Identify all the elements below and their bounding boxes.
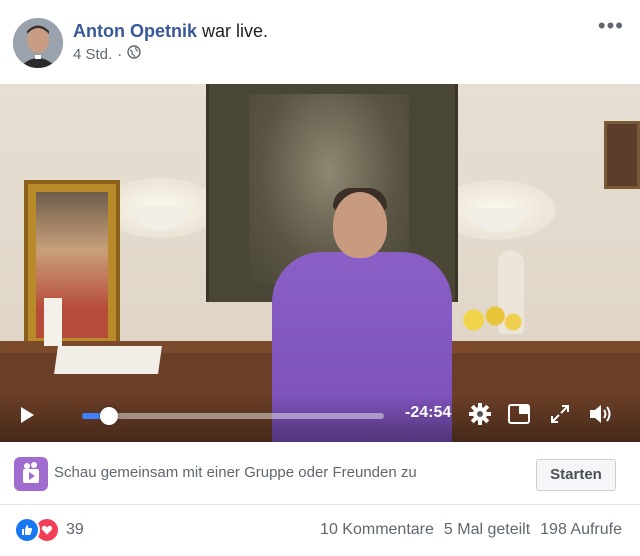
fullscreen-icon[interactable]: [549, 403, 571, 425]
author-avatar[interactable]: [13, 18, 63, 68]
like-reaction-icon: [14, 517, 40, 543]
post-action-text: war live.: [202, 21, 269, 41]
flower-bouquet: [452, 300, 524, 340]
video-player[interactable]: -24:54: [0, 84, 640, 442]
start-watch-party-button[interactable]: Starten: [536, 459, 616, 491]
divine-mercy-painting: [24, 180, 120, 350]
views-count: 198 Aufrufe: [540, 521, 622, 538]
shares-count-link[interactable]: 5 Mal geteilt: [444, 521, 530, 539]
post-card: Anton Opetnik war live. 4 Std. · ••• -24…: [0, 0, 640, 556]
gear-icon[interactable]: [468, 402, 492, 426]
video-controls: -24:54: [0, 396, 640, 442]
engagement-row: 39 10 Kommentare 5 Mal geteilt 198 Aufru…: [0, 505, 640, 553]
wall-picture-right: [604, 121, 640, 189]
time-remaining: -24:54: [405, 404, 452, 421]
candle: [44, 298, 62, 346]
reactions-summary[interactable]: 39: [14, 517, 84, 543]
seek-handle[interactable]: [100, 407, 119, 425]
picture-in-picture-icon[interactable]: [508, 404, 530, 424]
post-timestamp[interactable]: 4 Std.: [73, 46, 112, 63]
watch-party-row: Schau gemeinsam mit einer Gruppe oder Fr…: [0, 442, 640, 505]
reaction-count: 39: [66, 521, 84, 538]
seek-bar[interactable]: [82, 407, 384, 425]
author-line: Anton Opetnik war live.: [73, 21, 268, 42]
comments-count-link[interactable]: 10 Kommentare: [320, 521, 434, 539]
play-icon[interactable]: [18, 406, 36, 424]
meta-separator: ·: [117, 45, 123, 63]
post-stats: 10 Kommentare 5 Mal geteilt 198 Aufrufe: [320, 521, 622, 539]
more-options-icon[interactable]: •••: [598, 14, 624, 38]
priest-head: [333, 192, 387, 258]
post-meta: 4 Std. ·: [73, 45, 141, 63]
watch-party-text: Schau gemeinsam mit einer Gruppe oder Fr…: [54, 464, 417, 481]
watch-party-icon: [14, 457, 48, 491]
volume-icon[interactable]: [588, 402, 614, 426]
altar-cloth: [54, 346, 162, 374]
author-name-link[interactable]: Anton Opetnik: [73, 21, 197, 41]
globe-icon[interactable]: [127, 45, 141, 63]
